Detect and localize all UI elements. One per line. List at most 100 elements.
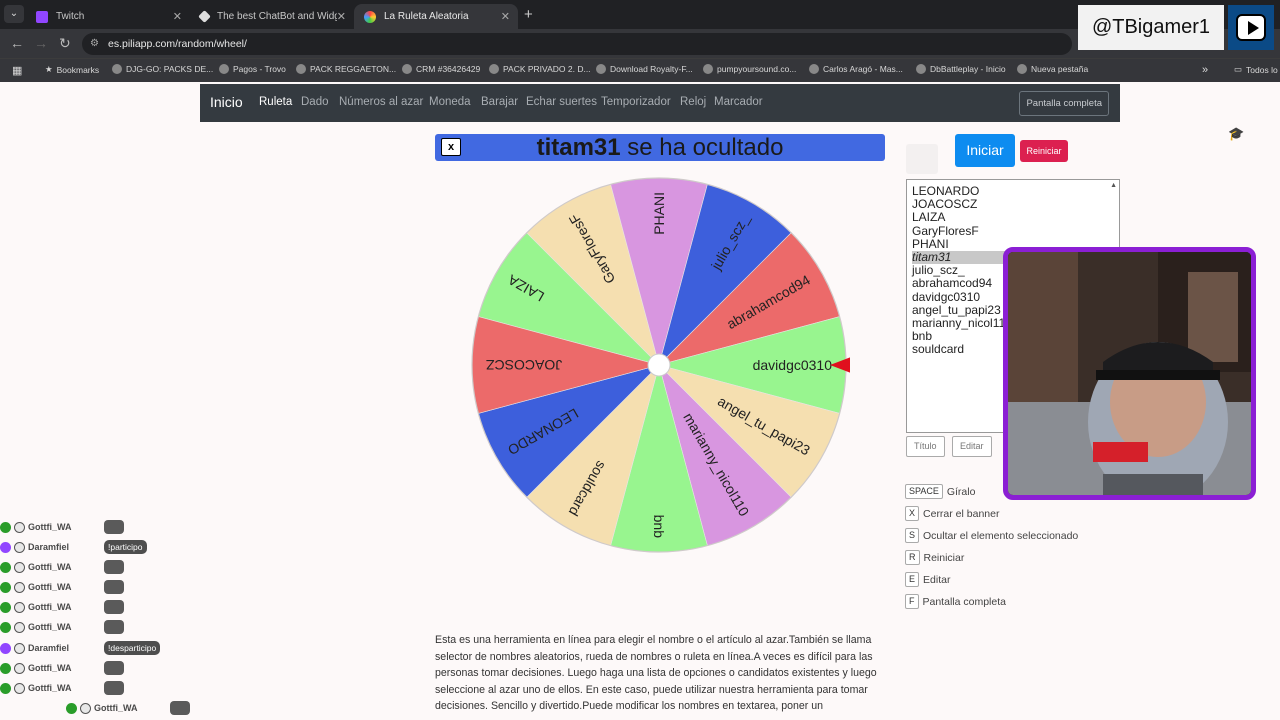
globe-icon: [296, 64, 306, 74]
chat-message: Daramfiel !participo: [0, 539, 147, 555]
title-button[interactable]: Título: [906, 436, 945, 457]
reload-icon[interactable]: ↻: [59, 35, 71, 52]
tab-ruleta[interactable]: La Ruleta Aleatoria ✕: [354, 4, 518, 29]
chat-user-badge-icon: [14, 621, 25, 633]
chat-platform-icon: [0, 621, 11, 633]
key-label: R: [905, 550, 920, 565]
shortcut-space: SPACE Gíralo: [905, 484, 975, 499]
nav-link-numeros[interactable]: Números al azar: [339, 96, 423, 108]
youtube-play-icon: [1236, 14, 1266, 41]
shortcut-e: E Editar: [905, 572, 950, 587]
key-label: X: [905, 506, 920, 521]
globe-icon: [489, 64, 499, 74]
shortcut-label: Pantalla completa: [922, 595, 1006, 608]
nav-link-ruleta[interactable]: Ruleta: [259, 96, 292, 108]
banner-close-button[interactable]: x: [441, 138, 461, 156]
url-field[interactable]: ⚙ es.piliapp.com/random/wheel/: [82, 33, 1072, 55]
close-icon[interactable]: ✕: [501, 10, 510, 23]
fullscreen-button[interactable]: Pantalla completa: [1019, 91, 1109, 116]
chat-emote-icon: [104, 600, 124, 614]
site-info-icon[interactable]: ⚙: [90, 38, 99, 49]
chat-platform-icon: [0, 642, 11, 654]
bookmark-item[interactable]: DbBattleplay - Inicio: [916, 64, 1006, 74]
chat-message: Daramfiel !desparticipo: [0, 640, 161, 656]
chat-user-badge-icon: [14, 601, 25, 613]
globe-icon: [219, 64, 229, 74]
bookmark-item[interactable]: Nueva pestaña: [1017, 64, 1088, 74]
star-icon: ★: [45, 64, 53, 74]
bookmark-item[interactable]: PACK REGGAETON...: [296, 64, 396, 74]
hat-emoji-icon: 🎓: [1228, 126, 1245, 141]
url-text: es.piliapp.com/random/wheel/: [108, 38, 247, 50]
chat-message: Gottfi_WA: [0, 579, 124, 595]
forward-arrow-icon[interactable]: →: [34, 35, 48, 51]
wheel-slice-label: davidgc0310: [753, 357, 833, 373]
bookmark-item[interactable]: ★ Bookmarks: [45, 64, 99, 75]
tab-twitch[interactable]: Twitch ✕: [26, 4, 190, 29]
chat-emote-icon: [104, 580, 124, 594]
shortcut-r: R Reiniciar: [905, 550, 964, 565]
name-entry[interactable]: LAIZA: [912, 211, 1114, 224]
bookmark-item[interactable]: Download Royalty-F...: [596, 64, 693, 74]
close-icon[interactable]: ✕: [337, 10, 346, 23]
nav-link-dado[interactable]: Dado: [301, 96, 329, 108]
close-icon[interactable]: ✕: [173, 10, 182, 23]
nav-home-link[interactable]: Inicio: [210, 94, 243, 110]
wheel-slice-label: PHANI: [651, 192, 667, 235]
nav-link-echar-suertes[interactable]: Echar suertes: [526, 96, 597, 108]
wheel-preview-placeholder: [906, 144, 938, 174]
shortcut-s: S Ocultar el elemento seleccionado: [905, 528, 1078, 543]
shortcut-label: Gíralo: [946, 485, 976, 498]
tab-search-button[interactable]: ⌄: [4, 5, 24, 23]
bookmark-item[interactable]: Pagos - Trovo: [219, 64, 286, 74]
nav-link-barajar[interactable]: Barajar: [481, 96, 518, 108]
chat-platform-icon: [0, 561, 11, 573]
key-label: F: [905, 594, 919, 609]
scroll-up-arrow-icon[interactable]: ▲: [1110, 182, 1117, 189]
streamer-handle-overlay: @TBigamer1: [1078, 5, 1224, 50]
back-arrow-icon[interactable]: ←: [10, 35, 24, 51]
chat-platform-icon: [0, 601, 11, 613]
chat-user-badge-icon: [14, 662, 25, 674]
webcam-overlay: [1003, 247, 1256, 500]
bookmarks-overflow-button[interactable]: »: [1202, 64, 1208, 76]
nav-link-temporizador[interactable]: Temporizador: [601, 96, 671, 108]
nav-link-moneda[interactable]: Moneda: [429, 96, 471, 108]
chat-user-badge-icon: [14, 642, 25, 654]
new-tab-button[interactable]: +: [524, 6, 533, 23]
tab-chatbot[interactable]: The best ChatBot and Widgets ✕: [190, 4, 354, 29]
bookmark-item[interactable]: DJG-GO: PACKS DE...: [112, 64, 213, 74]
chat-username: Gottfi_WA: [28, 562, 72, 572]
edit-button[interactable]: Editar: [952, 436, 992, 457]
name-entry[interactable]: GaryFloresF: [912, 224, 1114, 238]
chat-username: Gottfi_WA: [28, 522, 72, 532]
shortcut-x: X Cerrar el banner: [905, 506, 999, 521]
diamond-icon: [198, 10, 211, 23]
youtube-badge: [1228, 5, 1274, 50]
wheel-center-hub: [647, 353, 671, 377]
chat-text: !participo: [104, 540, 147, 554]
reset-button[interactable]: Reiniciar: [1020, 140, 1068, 162]
chat-message: Gottfi_WA: [0, 660, 124, 676]
nav-link-reloj[interactable]: Reloj: [680, 96, 706, 108]
nav-link-marcador[interactable]: Marcador: [714, 96, 763, 108]
chat-user-badge-icon: [14, 541, 25, 553]
all-bookmarks-folder[interactable]: ▭ Todos lo: [1234, 64, 1278, 75]
chat-platform-icon: [0, 682, 11, 694]
bookmark-item[interactable]: PACK PRIVADO 2. D...: [489, 64, 591, 74]
wheel-slice-label: JOACOSCZ: [486, 357, 563, 373]
key-label: E: [905, 572, 920, 587]
globe-icon: [703, 64, 713, 74]
shortcut-label: Ocultar el elemento seleccionado: [923, 529, 1079, 542]
wheel[interactable]: LAIZAGaryFloresF PHANI julio_scz_abrahamco…: [470, 176, 850, 556]
bookmark-item[interactable]: pumpyoursound.co...: [703, 64, 796, 74]
bookmark-item[interactable]: CRM #36426429: [402, 64, 480, 74]
bookmark-item[interactable]: Carlos Aragó - Mas...: [809, 64, 903, 74]
chat-message: Gottfi_WA: [0, 619, 124, 635]
apps-grid-icon[interactable]: ▦: [12, 64, 22, 77]
chat-user-badge-icon: [14, 521, 25, 533]
chat-emote-icon: [104, 520, 124, 534]
start-spin-button[interactable]: Iniciar: [955, 134, 1015, 167]
chat-username: Gottfi_WA: [28, 663, 72, 673]
site-navbar: Inicio Ruleta Dado Números al azar Moned…: [200, 84, 1120, 122]
